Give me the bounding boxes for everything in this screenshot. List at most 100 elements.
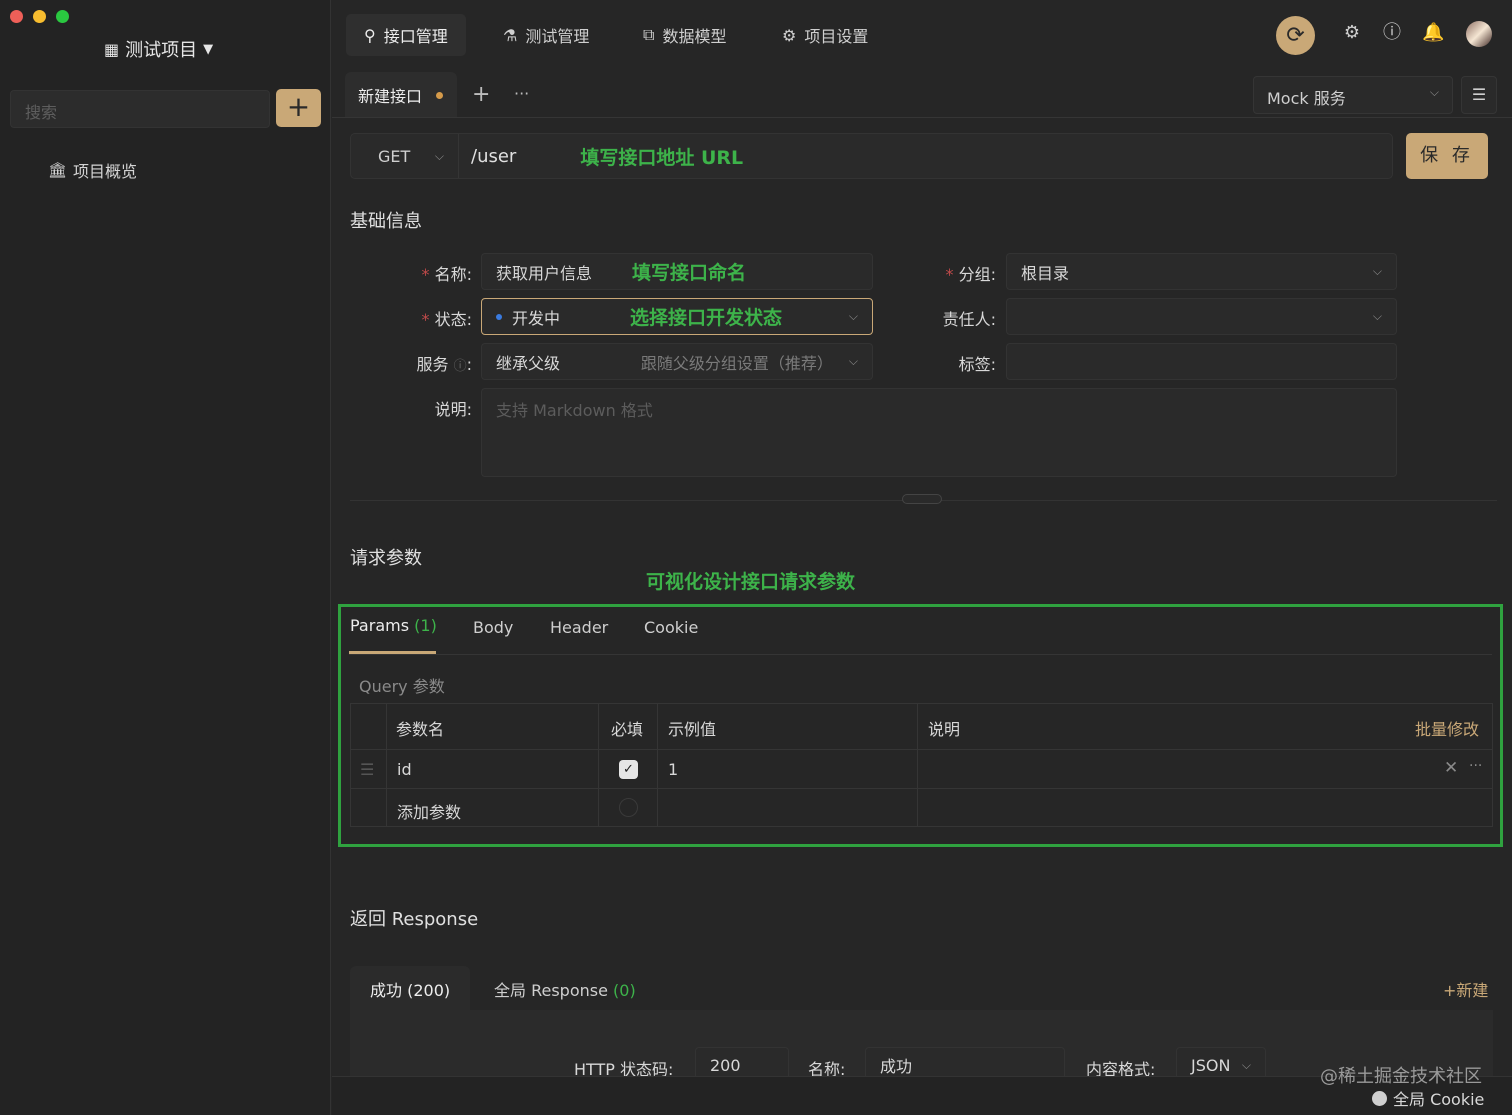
grid-icon: ▦ [104, 39, 120, 59]
row-more-icon[interactable]: ··· [1469, 758, 1482, 774]
close-window-button[interactable] [10, 10, 23, 23]
col-divider [917, 703, 918, 827]
nav-label: 项目设置 [804, 27, 869, 46]
service-label-text: 服务 [416, 355, 449, 374]
basic-info-title: 基础信息 [350, 211, 422, 232]
owner-select[interactable]: ⌵ [1006, 298, 1397, 335]
flask-icon: ⚗ [503, 25, 518, 45]
tab-project-settings[interactable]: ⚙ 项目设置 [764, 14, 886, 56]
required-mark: * [945, 265, 959, 284]
url-bar: GET ⌵ /user 填写接口地址 URL [350, 133, 1393, 179]
required-mark: * [421, 265, 435, 284]
url-input[interactable]: /user [459, 146, 516, 167]
params-hint: 可视化设计接口请求参数 [646, 571, 856, 593]
tab-test-management[interactable]: ⚗ 测试管理 [485, 14, 607, 56]
sidebar: ▦ 测试项目 ▼ 搜索 + 🏛 项目概览 [0, 0, 331, 1115]
desc-placeholder: 支持 Markdown 格式 [496, 401, 653, 420]
minimize-window-button[interactable] [33, 10, 46, 23]
tabs-divider [349, 654, 1492, 655]
param-name-cell[interactable]: id [397, 760, 412, 779]
mock-service-select[interactable]: Mock 服务 ⌵ [1253, 76, 1453, 114]
service-select[interactable]: 继承父级 跟随父级分组设置（推荐） ⌵ [481, 343, 873, 380]
chevron-down-icon: ⌵ [434, 148, 444, 163]
col-divider [598, 703, 599, 827]
sync-icon[interactable]: ⟳ [1276, 16, 1315, 55]
tab-row-divider [332, 117, 1512, 118]
link-icon: ⚲ [364, 25, 376, 45]
status-select[interactable]: 开发中 选择接口开发状态 ⌵ [481, 298, 873, 335]
group-select[interactable]: 根目录 ⌵ [1006, 253, 1397, 290]
tags-label: 标签: [958, 355, 996, 374]
row-divider [350, 749, 1493, 750]
tab-cookie[interactable]: Cookie [644, 618, 698, 637]
service-value: 继承父级 [496, 353, 561, 373]
cookie-icon [1372, 1090, 1387, 1106]
delete-row-icon[interactable]: ✕ [1444, 758, 1458, 778]
nav-label: 数据模型 [662, 27, 727, 46]
bank-icon: 🏛 [48, 161, 68, 179]
status-label: * 状态: [400, 306, 473, 330]
method-select[interactable]: GET ⌵ [351, 134, 459, 178]
name-hint: 填写接口命名 [632, 262, 747, 284]
add-param-input[interactable]: 添加参数 [397, 799, 461, 823]
params-title: 请求参数 [350, 548, 422, 569]
watermark: @稀土掘金技术社区 [1320, 1066, 1482, 1087]
global-cookie-button[interactable]: 全局 Cookie [1372, 1086, 1484, 1110]
tab-api-management[interactable]: ⚲ 接口管理 [346, 14, 466, 56]
more-tabs-button[interactable]: ··· [514, 84, 529, 103]
group-label: * 分组: [920, 261, 997, 285]
sidebar-item-label: 项目概览 [73, 162, 138, 181]
chevron-down-icon: ⌵ [1429, 85, 1439, 99]
required-mark: * [421, 310, 435, 329]
status-dot-icon [496, 313, 502, 320]
method-value: GET [378, 146, 411, 166]
settings-icon[interactable]: ⚙ [1341, 22, 1363, 44]
chevron-down-icon: ⌵ [848, 354, 858, 368]
row-divider [350, 788, 1493, 789]
doc-tab-new-api[interactable]: 新建接口 [345, 72, 457, 118]
unsaved-dot-icon [436, 91, 444, 99]
desc-textarea[interactable]: 支持 Markdown 格式 [481, 388, 1397, 477]
search-input[interactable]: 搜索 [10, 90, 270, 128]
url-hint: 填写接口地址 URL [580, 146, 744, 169]
bell-icon[interactable]: 🔔 [1422, 22, 1444, 44]
list-view-button[interactable]: ☰ [1461, 76, 1497, 114]
required-checkbox-empty[interactable] [619, 798, 638, 817]
param-example-cell[interactable]: 1 [668, 760, 678, 779]
bulk-edit-link[interactable]: 批量修改 [1415, 716, 1479, 740]
name-label-text: 名称: [434, 265, 472, 284]
drag-handle-icon[interactable]: ☰ [360, 760, 374, 779]
nav-label: 测试管理 [525, 27, 590, 46]
help-circle-icon[interactable]: ⓘ [454, 359, 467, 374]
name-field[interactable]: 获取用户信息 填写接口命名 [481, 253, 873, 290]
service-label: 服务 ⓘ: [416, 355, 472, 374]
add-button[interactable]: + [276, 89, 321, 127]
avatar[interactable] [1466, 21, 1492, 47]
tab-label: 全局 Response [494, 981, 608, 1000]
tags-input[interactable] [1006, 343, 1397, 380]
resize-handle[interactable] [902, 494, 942, 504]
sidebar-item-overview[interactable]: 🏛 项目概览 [48, 158, 137, 182]
response-name-value: 成功 [880, 1057, 913, 1076]
tab-data-model[interactable]: ⧉ 数据模型 [625, 14, 744, 56]
desc-label: 说明: [434, 400, 472, 419]
owner-label: 责任人: [942, 310, 996, 329]
chevron-down-icon: ⌵ [1372, 309, 1382, 323]
tab-body[interactable]: Body [473, 618, 513, 637]
project-switcher[interactable]: ▦ 测试项目 ▼ [104, 36, 213, 62]
group-label-text: 分组: [958, 265, 996, 284]
project-title: 测试项目 [125, 40, 198, 61]
tab-global-response[interactable]: 全局 Response (0) [474, 966, 656, 1010]
tab-response-success[interactable]: 成功 (200) [350, 966, 471, 1010]
save-button[interactable]: 保 存 [1406, 133, 1488, 179]
caret-down-icon: ▼ [203, 41, 214, 57]
content-format-value: JSON [1191, 1055, 1231, 1075]
maximize-window-button[interactable] [56, 10, 69, 23]
list-icon: ☰ [1471, 85, 1487, 104]
tab-params[interactable]: Params (1) [350, 616, 437, 635]
add-tab-button[interactable]: + [472, 82, 490, 107]
tab-header[interactable]: Header [550, 618, 608, 637]
new-response-button[interactable]: +新建 [1443, 977, 1488, 1001]
required-checkbox[interactable]: ✓ [619, 760, 638, 779]
help-icon[interactable]: ⓘ [1381, 22, 1403, 44]
